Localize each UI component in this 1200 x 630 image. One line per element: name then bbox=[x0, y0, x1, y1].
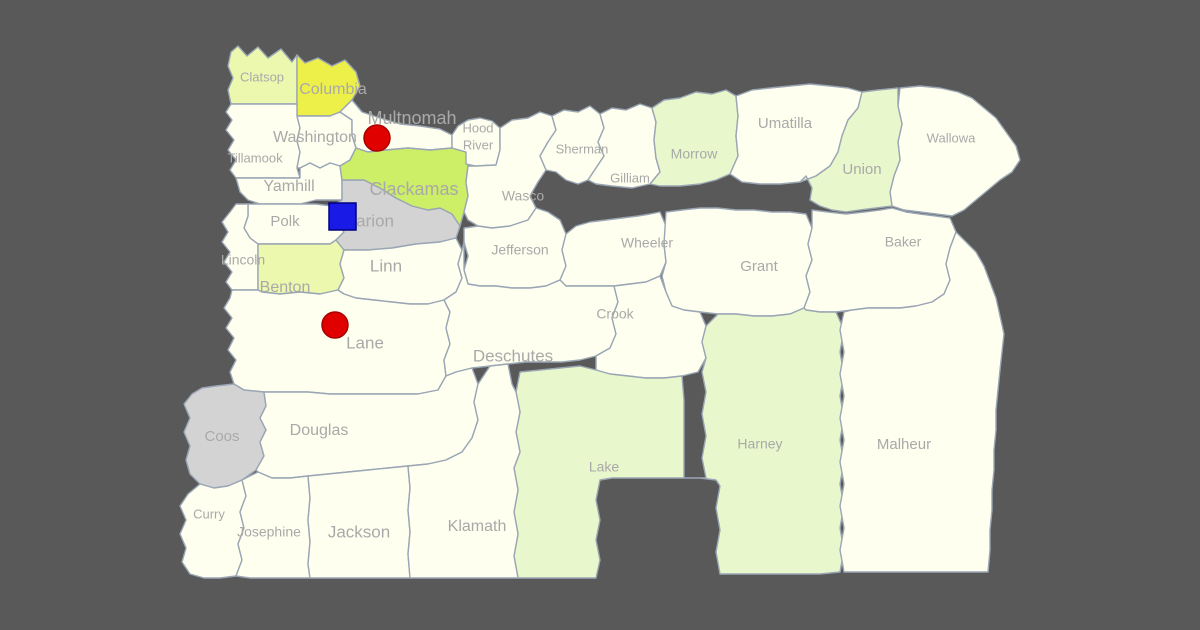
county-jackson[interactable] bbox=[307, 465, 411, 579]
county-tillamook[interactable] bbox=[225, 103, 301, 179]
county-benton[interactable] bbox=[257, 239, 345, 295]
oregon-county-map[interactable]: Clatsop Columbia Multnomah Washington Ti… bbox=[0, 0, 1200, 630]
marker-marion-square[interactable] bbox=[328, 202, 357, 231]
county-lane[interactable] bbox=[223, 289, 451, 395]
county-washington[interactable] bbox=[296, 111, 357, 169]
map-svg[interactable]: Clatsop Columbia Multnomah Washington Ti… bbox=[0, 0, 1200, 630]
county-baker[interactable] bbox=[803, 207, 957, 313]
county-grant[interactable] bbox=[661, 207, 813, 317]
county-josephine[interactable] bbox=[235, 471, 311, 579]
marker-lane-circle[interactable] bbox=[321, 311, 349, 339]
county-morrow[interactable] bbox=[649, 89, 739, 187]
county-coos[interactable] bbox=[183, 383, 267, 489]
marker-multnomah-circle[interactable] bbox=[363, 124, 391, 152]
county-curry[interactable] bbox=[179, 479, 247, 579]
county-clatsop[interactable] bbox=[227, 45, 298, 105]
